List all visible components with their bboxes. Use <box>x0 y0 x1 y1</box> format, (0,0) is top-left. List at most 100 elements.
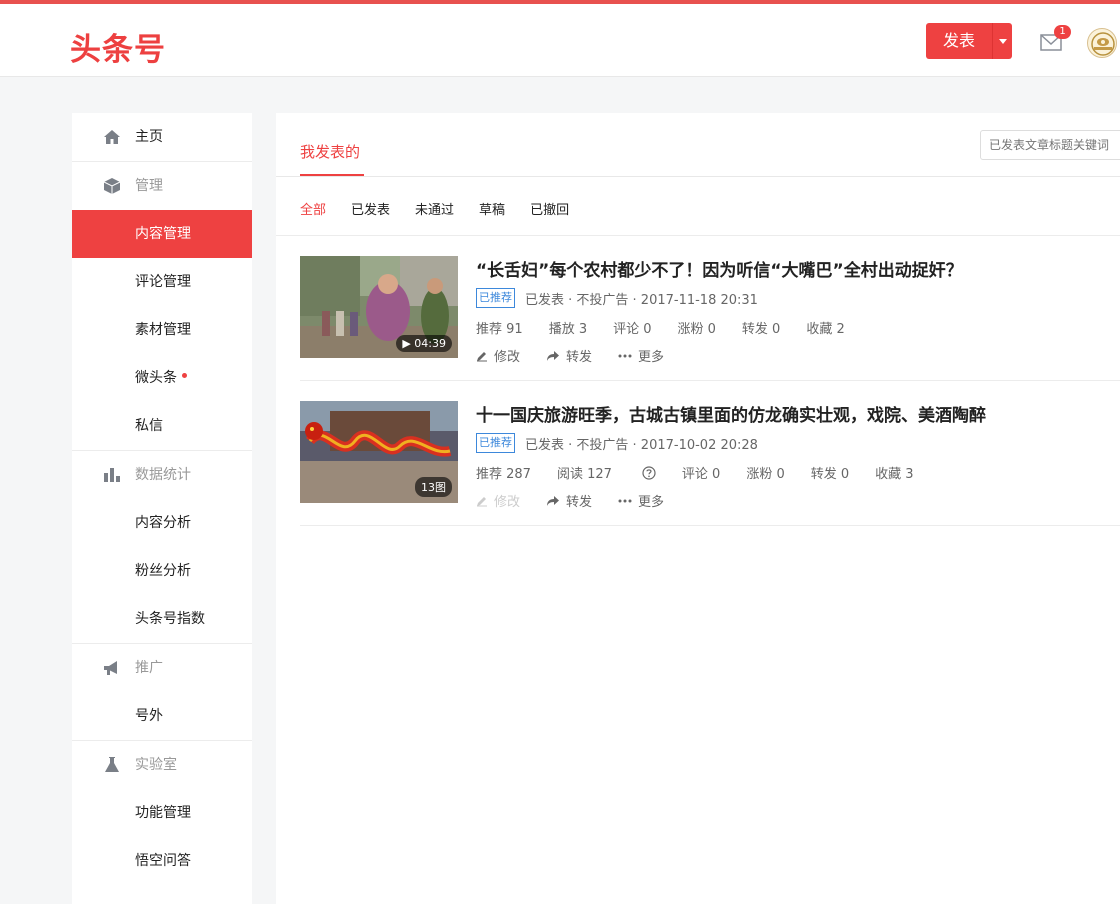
stat-fans: 涨粉 0 <box>677 322 716 337</box>
header-divider <box>276 176 1120 177</box>
filter-withdrawn[interactable]: 已撤回 <box>530 199 569 218</box>
tab-my-published[interactable]: 我发表的 <box>300 141 360 162</box>
sidebar-item-label: 主页 <box>135 129 163 145</box>
stat-share: 转发 0 <box>810 467 850 482</box>
top-bar: 头条号 发表 1 <box>0 0 1120 77</box>
sidebar: 主页 管理 内容管理 评论管理 素材管理 微头条 私信 数据统计 内容分析 粉丝… <box>72 113 252 904</box>
article-title[interactable]: “长舌妇”每个农村都少不了！因为听信“大嘴巴”全村出动捉奸？ <box>476 256 963 281</box>
logo[interactable]: 头条号 <box>70 24 166 69</box>
sidebar-group-manage[interactable]: 管理 <box>72 162 252 210</box>
publish-button-label[interactable]: 发表 <box>926 23 992 59</box>
share-arrow-icon <box>547 495 560 506</box>
more-label: 更多 <box>638 350 665 365</box>
stat-read-value: 阅读 127 <box>556 467 612 482</box>
article-row: ▶ 04:39 “长舌妇”每个农村都少不了！因为听信“大嘴巴”全村出动捉奸？ 已… <box>300 236 1120 382</box>
filter-draft[interactable]: 草稿 <box>479 199 505 218</box>
share-label: 转发 <box>566 495 593 510</box>
filter-published[interactable]: 已发表 <box>351 199 390 218</box>
sidebar-item-label: 数据统计 <box>135 467 191 483</box>
home-icon <box>104 130 120 144</box>
sidebar-item-fans-analysis[interactable]: 粉丝分析 <box>72 547 252 595</box>
article-stats: 推荐 91 播放 3 评论 0 涨粉 0 转发 0 收藏 2 <box>476 318 871 337</box>
mail-count-badge: 1 <box>1054 25 1071 39</box>
flask-icon <box>105 757 119 772</box>
article-thumbnail[interactable]: ▶ 04:39 <box>300 256 458 358</box>
more-dots-icon <box>618 499 632 502</box>
sidebar-group-statistics[interactable]: 数据统计 <box>72 451 252 499</box>
video-duration: 04:39 <box>414 337 446 350</box>
article-title[interactable]: 十一国庆旅游旺季，古城古镇里面的仿龙确实壮观，戏院、美酒陶醉 <box>476 401 986 426</box>
share-label: 转发 <box>566 350 593 365</box>
article-row: 13图 十一国庆旅游旺季，古城古镇里面的仿龙确实壮观，戏院、美酒陶醉 已推荐 已… <box>300 381 1120 527</box>
article-divider <box>300 525 1120 526</box>
recommended-badge: 已推荐 <box>476 433 515 453</box>
more-button[interactable]: 更多 <box>618 346 664 365</box>
share-arrow-icon <box>547 350 560 361</box>
stat-play: 播放 3 <box>548 322 588 337</box>
filter-all[interactable]: 全部 <box>300 199 326 218</box>
more-button[interactable]: 更多 <box>618 491 664 510</box>
stat-favorite: 收藏 2 <box>806 322 845 337</box>
filter-bar: 全部 已发表 未通过 草稿 已撤回 <box>300 199 594 218</box>
sidebar-group-promotion[interactable]: 推广 <box>72 644 252 692</box>
more-label: 更多 <box>638 495 665 510</box>
filter-rejected[interactable]: 未通过 <box>415 199 454 218</box>
caret-down-icon <box>998 38 1007 44</box>
sidebar-item-weitoutiao[interactable]: 微头条 <box>72 354 252 402</box>
share-button[interactable]: 转发 <box>546 491 592 510</box>
sidebar-item-home[interactable]: 主页 <box>72 113 252 161</box>
stat-recommend: 推荐 91 <box>476 322 523 337</box>
pencil-icon <box>477 496 487 506</box>
avatar-image <box>1091 32 1115 56</box>
article-meta: 已推荐 已发表 · 不投广告 · 2017-10-02 20:28 <box>476 433 758 453</box>
stat-favorite: 收藏 3 <box>875 467 914 482</box>
sidebar-item-label: 号外 <box>135 708 163 724</box>
article-actions: 修改 转发 更多 <box>476 491 690 510</box>
stat-share: 转发 0 <box>741 322 781 337</box>
sidebar-item-label: 内容管理 <box>135 226 191 242</box>
sidebar-item-label: 推广 <box>135 660 163 676</box>
avatar[interactable] <box>1087 28 1117 58</box>
sidebar-item-comment-manage[interactable]: 评论管理 <box>72 258 252 306</box>
sidebar-group-lab[interactable]: 实验室 <box>72 741 252 789</box>
video-duration-tag: ▶ 04:39 <box>396 335 452 352</box>
publish-dropdown-button[interactable] <box>992 23 1012 59</box>
article-stats: 推荐 287 阅读 127 评论 0 涨粉 0 转发 0 收藏 3 <box>476 463 940 482</box>
sidebar-item-haowai[interactable]: 号外 <box>72 692 252 740</box>
article-thumbnail[interactable]: 13图 <box>300 401 458 503</box>
sidebar-item-label: 内容分析 <box>135 515 191 531</box>
sidebar-item-label: 管理 <box>135 178 163 194</box>
sidebar-item-label: 微头条 <box>135 370 177 386</box>
sidebar-item-wukong-qa[interactable]: 悟空问答 <box>72 837 252 885</box>
edit-button[interactable]: 修改 <box>476 491 520 510</box>
help-icon[interactable] <box>642 465 656 480</box>
sidebar-item-content-analysis[interactable]: 内容分析 <box>72 499 252 547</box>
sidebar-item-label: 评论管理 <box>135 274 191 290</box>
edit-label: 修改 <box>494 350 521 365</box>
main-panel: 我发表的 全部 已发表 未通过 草稿 已撤回 <box>276 113 1120 904</box>
stat-fans: 涨粉 0 <box>746 467 785 482</box>
article-actions: 修改 转发 更多 <box>476 346 690 365</box>
megaphone-icon <box>104 661 117 675</box>
recommended-badge: 已推荐 <box>476 288 515 308</box>
sidebar-item-material-manage[interactable]: 素材管理 <box>72 306 252 354</box>
stat-read: 阅读 127 <box>557 463 656 482</box>
stat-comment: 评论 0 <box>681 467 721 482</box>
share-button[interactable]: 转发 <box>546 346 592 365</box>
article-status: 已发表 · 不投广告 · 2017-11-18 20:31 <box>525 292 758 308</box>
stat-comment: 评论 0 <box>613 322 652 337</box>
image-count-tag: 13图 <box>415 477 452 497</box>
sidebar-item-label: 素材管理 <box>135 322 191 338</box>
sidebar-item-feature-manage[interactable]: 功能管理 <box>72 789 252 837</box>
sidebar-item-account-index[interactable]: 头条号指数 <box>72 595 252 643</box>
sidebar-item-label: 悟空问答 <box>135 853 191 869</box>
cube-icon <box>103 178 121 194</box>
sidebar-item-private-message[interactable]: 私信 <box>72 402 252 450</box>
sidebar-item-content-manage[interactable]: 内容管理 <box>72 210 252 258</box>
publish-button[interactable]: 发表 <box>926 23 1012 59</box>
sidebar-item-label: 头条号指数 <box>135 611 205 627</box>
article-meta: 已推荐 已发表 · 不投广告 · 2017-11-18 20:31 <box>476 288 758 308</box>
search-input[interactable] <box>980 130 1120 160</box>
more-dots-icon <box>618 354 632 357</box>
edit-button[interactable]: 修改 <box>476 346 520 365</box>
